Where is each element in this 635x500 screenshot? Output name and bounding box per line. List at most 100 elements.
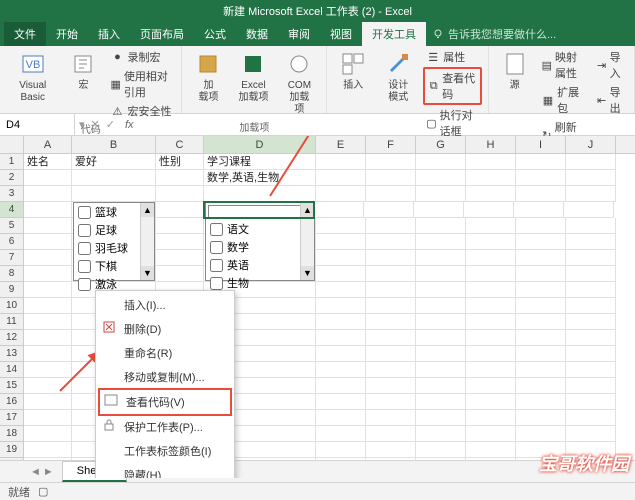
cell[interactable] bbox=[516, 426, 566, 442]
cell[interactable] bbox=[316, 282, 366, 298]
cell[interactable] bbox=[366, 346, 416, 362]
cell[interactable] bbox=[566, 410, 616, 426]
cell[interactable] bbox=[366, 426, 416, 442]
col-header[interactable]: B bbox=[72, 136, 156, 153]
cell[interactable] bbox=[466, 218, 516, 234]
cell[interactable] bbox=[566, 314, 616, 330]
cell[interactable] bbox=[366, 298, 416, 314]
cell[interactable] bbox=[316, 362, 366, 378]
cell[interactable] bbox=[466, 346, 516, 362]
scrollbar[interactable]: ▲▼ bbox=[140, 203, 154, 280]
cell[interactable] bbox=[516, 266, 566, 282]
cell[interactable] bbox=[24, 314, 72, 330]
cell[interactable] bbox=[24, 250, 72, 266]
cell[interactable] bbox=[364, 202, 414, 218]
cell[interactable] bbox=[416, 442, 466, 458]
cell[interactable] bbox=[316, 186, 366, 202]
cell[interactable] bbox=[566, 186, 616, 202]
import-button[interactable]: ⇥导入 bbox=[594, 48, 628, 82]
select-all-corner[interactable] bbox=[0, 136, 24, 154]
cell[interactable] bbox=[366, 282, 416, 298]
menu-tab-color[interactable]: 工作表标签颜色(I) bbox=[98, 439, 232, 463]
cell[interactable] bbox=[24, 282, 72, 298]
cell[interactable] bbox=[314, 202, 364, 218]
cell[interactable] bbox=[316, 330, 366, 346]
cell[interactable] bbox=[24, 298, 72, 314]
com-addins-button[interactable]: COM 加载项 bbox=[278, 48, 320, 118]
cell[interactable] bbox=[516, 282, 566, 298]
cell[interactable] bbox=[204, 186, 316, 202]
cell[interactable] bbox=[416, 218, 466, 234]
next-sheet-icon[interactable]: ► bbox=[43, 466, 54, 478]
col-header[interactable]: I bbox=[516, 136, 566, 153]
cell[interactable] bbox=[516, 314, 566, 330]
cell[interactable] bbox=[566, 426, 616, 442]
row-header[interactable]: 17 bbox=[0, 410, 23, 426]
hobby-listbox[interactable]: 篮球 足球 羽毛球 下棋 激泳 ▲▼ bbox=[73, 202, 155, 281]
visual-basic-button[interactable]: VB Visual Basic bbox=[6, 48, 59, 106]
cell[interactable] bbox=[466, 362, 516, 378]
cell[interactable] bbox=[24, 266, 72, 282]
cell[interactable]: 爱好 bbox=[72, 154, 156, 170]
cell[interactable] bbox=[416, 170, 466, 186]
insert-control-button[interactable]: 插入 bbox=[333, 48, 373, 94]
addins-button[interactable]: 加 载项 bbox=[188, 48, 228, 106]
cell[interactable] bbox=[24, 234, 72, 250]
cell[interactable] bbox=[316, 218, 366, 234]
cell[interactable] bbox=[24, 426, 72, 442]
cell[interactable] bbox=[566, 330, 616, 346]
cell[interactable] bbox=[156, 250, 204, 266]
cell[interactable] bbox=[366, 314, 416, 330]
tab-home[interactable]: 开始 bbox=[46, 22, 88, 46]
cell[interactable] bbox=[516, 346, 566, 362]
cell[interactable] bbox=[414, 202, 464, 218]
tab-layout[interactable]: 页面布局 bbox=[130, 22, 194, 46]
view-code-button[interactable]: ⧉查看代码 bbox=[423, 67, 481, 105]
cell[interactable] bbox=[366, 266, 416, 282]
cell[interactable] bbox=[316, 410, 366, 426]
cell[interactable] bbox=[516, 250, 566, 266]
cell[interactable] bbox=[416, 410, 466, 426]
row-header[interactable]: 11 bbox=[0, 314, 23, 330]
run-dialog-button[interactable]: ▢执行对话框 bbox=[423, 106, 481, 140]
macro-button[interactable]: 宏 bbox=[63, 48, 103, 94]
col-header[interactable]: G bbox=[416, 136, 466, 153]
cell[interactable] bbox=[516, 394, 566, 410]
cell[interactable] bbox=[516, 186, 566, 202]
scroll-up-icon[interactable]: ▲ bbox=[141, 203, 154, 217]
export-button[interactable]: ⇤导出 bbox=[594, 83, 628, 117]
cell[interactable] bbox=[416, 346, 466, 362]
cell[interactable] bbox=[156, 170, 204, 186]
cell[interactable] bbox=[316, 234, 366, 250]
cell[interactable] bbox=[24, 394, 72, 410]
cell[interactable] bbox=[416, 266, 466, 282]
record-macro-button[interactable]: ●录制宏 bbox=[107, 48, 175, 66]
cell[interactable] bbox=[466, 282, 516, 298]
tab-formulas[interactable]: 公式 bbox=[194, 22, 236, 46]
cell[interactable] bbox=[564, 202, 614, 218]
list-item[interactable]: 语文 bbox=[206, 220, 314, 238]
cell[interactable] bbox=[516, 170, 566, 186]
name-box-input[interactable] bbox=[6, 119, 68, 131]
cell[interactable] bbox=[566, 218, 616, 234]
cell[interactable] bbox=[156, 234, 204, 250]
checkbox[interactable] bbox=[210, 241, 223, 254]
menu-view-code[interactable]: 查看代码(V) bbox=[98, 388, 232, 416]
cell[interactable] bbox=[516, 378, 566, 394]
menu-hide[interactable]: 隐藏(H) bbox=[98, 463, 232, 478]
cell[interactable] bbox=[24, 346, 72, 362]
cell[interactable] bbox=[24, 170, 72, 186]
row-header[interactable]: 16 bbox=[0, 394, 23, 410]
cell[interactable] bbox=[366, 394, 416, 410]
row-header[interactable]: 15 bbox=[0, 378, 23, 394]
cell[interactable] bbox=[466, 330, 516, 346]
col-header[interactable]: D bbox=[204, 136, 316, 153]
row-header[interactable]: 5 bbox=[0, 218, 23, 234]
tab-review[interactable]: 审阅 bbox=[278, 22, 320, 46]
col-header[interactable]: F bbox=[366, 136, 416, 153]
cell[interactable] bbox=[566, 266, 616, 282]
tab-data[interactable]: 数据 bbox=[236, 22, 278, 46]
cell[interactable] bbox=[366, 442, 416, 458]
cell[interactable] bbox=[466, 250, 516, 266]
col-header[interactable]: J bbox=[566, 136, 616, 153]
